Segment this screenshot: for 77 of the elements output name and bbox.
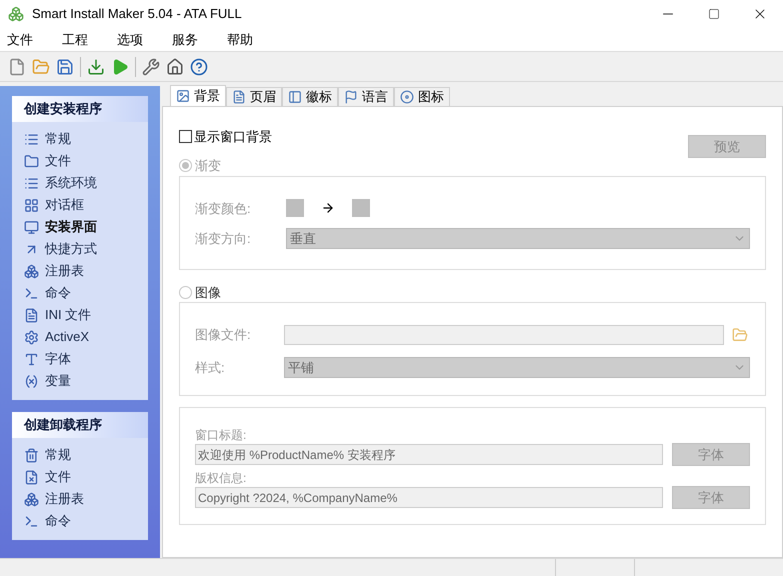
sidebar-item[interactable]: 文件 <box>45 467 71 487</box>
tab[interactable]: 图标 <box>394 87 450 106</box>
sidebar-item[interactable]: 对话框 <box>45 195 84 215</box>
open-folder-icon[interactable] <box>32 58 50 76</box>
disc-icon <box>400 90 414 104</box>
save-icon[interactable] <box>56 58 74 76</box>
variable-icon <box>24 374 39 388</box>
text-field[interactable]: 欢迎使用 %ProductName% 安装程序 <box>195 444 663 465</box>
new-file-icon[interactable] <box>8 58 26 76</box>
play-icon[interactable] <box>111 58 129 76</box>
checkbox-label: 显示窗口背景 <box>194 128 272 146</box>
color-swatch[interactable] <box>286 199 304 218</box>
list-icon <box>24 132 39 146</box>
sidebar-item[interactable]: 注册表 <box>45 261 84 281</box>
terminal-icon <box>24 286 39 300</box>
menu-item[interactable]: 工程 <box>55 30 95 50</box>
panel-header: 创建安装程序 <box>12 96 148 122</box>
maximize-icon[interactable] <box>708 8 720 20</box>
sidebar-item[interactable]: 命令 <box>45 283 71 303</box>
tab[interactable]: 语言 <box>338 87 394 106</box>
sidebar-item[interactable]: 安装界面 <box>45 217 97 237</box>
panel-icon <box>288 90 302 104</box>
sidebar-item[interactable]: 命令 <box>45 511 71 531</box>
home-icon[interactable] <box>166 58 184 76</box>
field-label: 样式: <box>195 358 226 377</box>
app-icon <box>8 6 24 22</box>
checkbox[interactable] <box>179 130 192 144</box>
field-label: 渐变方向: <box>195 230 252 248</box>
list-icon <box>24 176 39 190</box>
sidebar-item[interactable]: 文件 <box>45 151 71 171</box>
field-label: 图像文件: <box>195 326 252 344</box>
document-icon <box>24 308 39 322</box>
sidebar-item[interactable]: 快捷方式 <box>45 239 97 259</box>
font-icon <box>24 352 39 366</box>
blocks-icon <box>24 492 39 506</box>
sidebar-item[interactable]: 常规 <box>45 445 71 465</box>
menu-item[interactable]: 帮助 <box>220 30 260 50</box>
sidebar-item[interactable]: 字体 <box>45 349 71 369</box>
direction-dropdown[interactable]: 垂直 <box>286 228 750 249</box>
trash-icon <box>24 448 39 462</box>
style-dropdown[interactable]: 平铺 <box>284 357 750 378</box>
radio-label: 图像 <box>195 284 221 302</box>
terminal-icon <box>24 514 39 528</box>
window-icon <box>24 198 39 212</box>
tab[interactable]: 页眉 <box>226 87 282 106</box>
tab[interactable]: 背景 <box>170 85 226 106</box>
panel-header: 创建卸载程序 <box>12 412 148 438</box>
field-label: 渐变颜色: <box>195 200 252 218</box>
tab[interactable]: 徽标 <box>282 87 338 106</box>
sidebar-item[interactable]: 注册表 <box>45 489 84 509</box>
sidebar-item[interactable]: 常规 <box>45 129 71 149</box>
document-icon <box>232 90 246 104</box>
field-label: 窗口标题: <box>195 428 248 443</box>
field-label: 版权信息: <box>195 471 248 486</box>
menu-item[interactable]: 选项 <box>110 30 150 50</box>
sidebar-item[interactable]: ActiveX <box>45 327 90 347</box>
gear-icon <box>24 330 39 344</box>
sidebar-item[interactable]: 变量 <box>45 371 71 391</box>
text-field[interactable]: Copyright ?2024, %CompanyName% <box>195 487 663 508</box>
menu-item[interactable]: 服务 <box>165 30 205 50</box>
flag-icon <box>344 90 358 104</box>
radio-button[interactable] <box>179 159 192 172</box>
window-title: Smart Install Maker 5.04 - ATA FULL <box>32 5 242 24</box>
menu-item[interactable]: 文件 <box>0 30 40 50</box>
picture-icon <box>176 89 190 103</box>
sidebar-item[interactable]: 系统环境 <box>45 173 97 193</box>
tools-icon[interactable] <box>142 58 160 76</box>
image-file-field[interactable] <box>284 325 724 345</box>
sidebar-item[interactable]: INI 文件 <box>45 305 92 325</box>
file-delete-icon <box>24 470 39 484</box>
monitor-icon <box>24 220 39 234</box>
radio-button[interactable] <box>179 286 192 299</box>
blocks-icon <box>24 264 39 278</box>
help-icon[interactable] <box>190 58 208 76</box>
radio-label: 渐变 <box>195 157 221 175</box>
folder-icon <box>24 154 39 168</box>
color-swatch[interactable] <box>352 199 370 218</box>
